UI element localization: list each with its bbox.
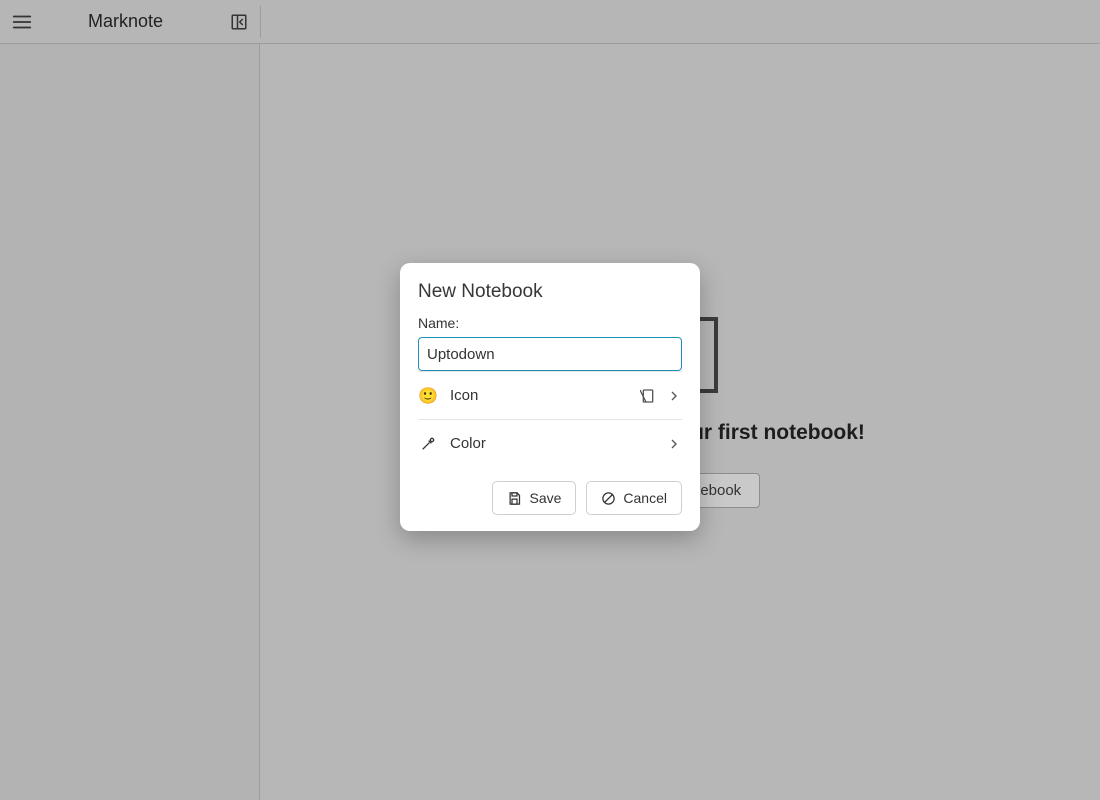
dialog-title: New Notebook (418, 281, 682, 303)
chevron-right-icon (666, 388, 682, 404)
cancel-button[interactable]: Cancel (586, 481, 682, 515)
emoji-icon: 🙂 (418, 386, 438, 406)
cancel-icon (601, 491, 616, 506)
name-label: Name: (418, 315, 682, 331)
modal-overlay[interactable]: New Notebook Name: 🙂 Icon (0, 0, 1100, 800)
notebook-name-input[interactable] (418, 337, 682, 371)
notebook-outline-icon (640, 388, 656, 404)
chevron-right-icon (666, 436, 682, 452)
icon-row-label: Icon (450, 387, 628, 404)
cancel-button-label: Cancel (623, 490, 667, 506)
icon-row[interactable]: 🙂 Icon (418, 371, 682, 419)
color-row-label: Color (450, 435, 654, 452)
eyedropper-icon (420, 436, 436, 452)
new-notebook-dialog: New Notebook Name: 🙂 Icon (400, 263, 700, 531)
color-row[interactable]: Color (418, 419, 682, 467)
save-button-label: Save (529, 490, 561, 506)
save-icon (507, 491, 522, 506)
save-button[interactable]: Save (492, 481, 576, 515)
dialog-buttons: Save Cancel (418, 481, 682, 515)
